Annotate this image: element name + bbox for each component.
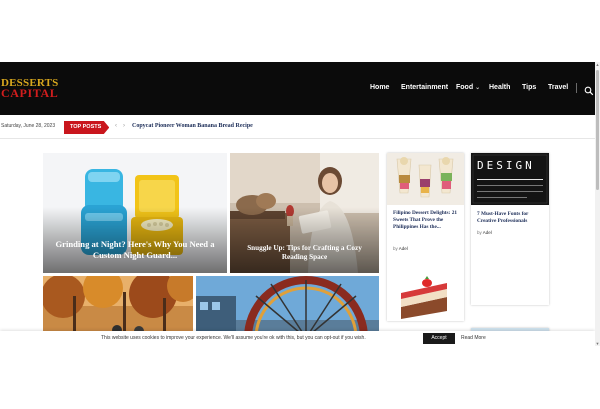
current-date: Saturday, June 28, 2023 — [1, 123, 56, 129]
nav-divider — [576, 83, 577, 93]
top-posts-badge: TOP POSTS — [64, 121, 110, 134]
ticker-prev-icon[interactable]: ‹ — [115, 123, 117, 129]
side-post-filipino[interactable]: Filipino Dessert Delights: 21 Sweets Tha… — [387, 153, 464, 321]
ticker-next-icon[interactable]: › — [123, 123, 125, 129]
nav-entertainment[interactable]: Entertainment — [401, 84, 448, 91]
side-post-byline: by Adel — [477, 230, 492, 235]
ticker-headline[interactable]: Copycat Pioneer Woman Banana Bread Recip… — [132, 123, 253, 129]
search-icon[interactable] — [584, 83, 594, 96]
nav-food[interactable]: Food ⌄ — [456, 84, 480, 91]
side-post-byline: by Adel — [393, 246, 408, 251]
cookie-read-more-link[interactable]: Read More — [461, 335, 486, 341]
nav-food-label: Food — [456, 84, 474, 91]
byline-prefix: by — [477, 230, 482, 235]
cookie-message: This website uses cookies to improve you… — [101, 335, 366, 341]
scrollbar-thumb[interactable] — [596, 70, 599, 190]
scroll-up-icon[interactable]: ▲ — [595, 62, 600, 67]
design-fonts-image: DESIGN — [471, 153, 549, 205]
nav-tips[interactable]: Tips — [522, 84, 536, 91]
nav-home[interactable]: Home — [370, 84, 389, 91]
page-scrollbar[interactable]: ▲ ▼ — [595, 62, 600, 346]
featured-title[interactable]: Snuggle Up: Tips for Crafting a Cozy Rea… — [234, 244, 375, 263]
browser-viewport: DESSERTS CAPITAL Home Entertainment Food… — [0, 0, 600, 409]
scroll-down-icon[interactable]: ▼ — [595, 341, 600, 346]
filipino-dessert-image — [387, 153, 464, 205]
side-post-title[interactable]: Filipino Dessert Delights: 21 Sweets Tha… — [393, 210, 460, 231]
site-header: DESSERTS CAPITAL Home Entertainment Food… — [0, 62, 595, 115]
card-overlay — [230, 207, 379, 273]
featured-card-reading[interactable]: Snuggle Up: Tips for Crafting a Cozy Rea… — [230, 153, 379, 273]
accept-cookies-button[interactable]: Accept — [423, 333, 455, 344]
nav-health[interactable]: Health — [489, 84, 510, 91]
featured-title[interactable]: Grinding at Night? Here's Why You Need a… — [47, 239, 223, 261]
design-thumb-text: DESIGN — [477, 159, 535, 172]
author-link[interactable]: Adel — [399, 246, 408, 251]
author-link[interactable]: Adel — [483, 230, 492, 235]
page: DESSERTS CAPITAL Home Entertainment Food… — [0, 62, 595, 346]
side-post-fonts[interactable]: DESIGN 7 Must-Have Fonts for Creative Pr… — [471, 153, 549, 305]
chevron-down-icon: ⌄ — [475, 85, 481, 91]
cookie-banner: This website uses cookies to improve you… — [0, 331, 595, 346]
byline-prefix: by — [393, 246, 398, 251]
news-ticker: Saturday, June 28, 2023 TOP POSTS ‹ › Co… — [0, 115, 595, 139]
side-post-title[interactable]: 7 Must-Have Fonts for Creative Professio… — [477, 211, 545, 225]
featured-card-night-guard[interactable]: Grinding at Night? Here's Why You Need a… — [43, 153, 227, 273]
site-logo[interactable]: DESSERTS CAPITAL — [1, 78, 59, 100]
nav-travel[interactable]: Travel — [548, 84, 568, 91]
logo-line-2: CAPITAL — [1, 86, 59, 100]
strawberry-cake-image — [387, 263, 464, 321]
